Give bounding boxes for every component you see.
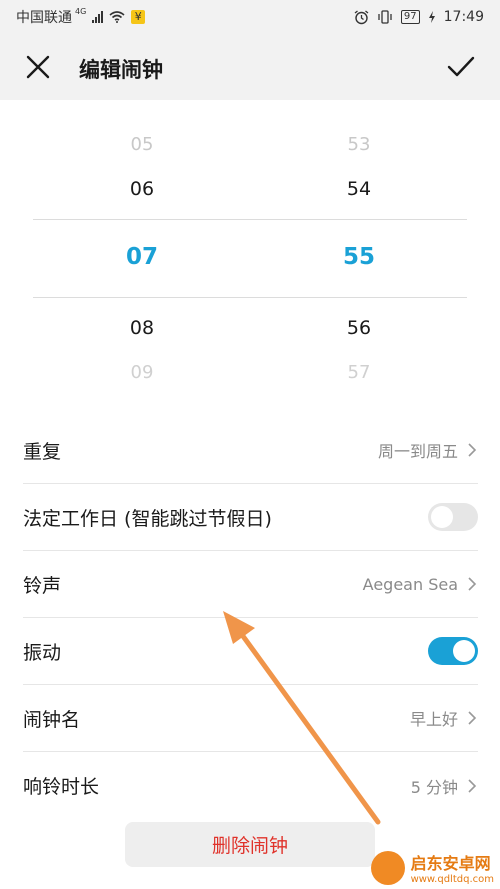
ringtone-row[interactable]: 铃声 Aegean Sea — [23, 551, 478, 618]
toggle-knob — [431, 506, 453, 528]
chevron-right-icon — [468, 711, 477, 725]
repeat-label: 重复 — [23, 440, 62, 463]
clock-time: 17:49 — [443, 9, 484, 25]
vibrate-toggle[interactable] — [428, 637, 478, 665]
time-picker: 05 06 07 08 09 53 54 55 56 57 — [0, 100, 500, 400]
vibrate-row: 振动 — [23, 618, 478, 685]
charging-icon — [428, 11, 435, 23]
ringtone-label: 铃声 — [23, 574, 62, 597]
battery-icon: 97 — [400, 10, 420, 24]
alarm-name-row[interactable]: 闹钟名 早上好 — [23, 685, 478, 752]
delete-alarm-button[interactable]: 删除闹钟 — [125, 822, 375, 867]
repeat-row[interactable]: 重复 周一到周五 — [23, 417, 478, 484]
minute-wheel[interactable]: 53 54 55 56 57 — [299, 100, 419, 400]
legal-workday-row: 法定工作日 (智能跳过节假日) — [23, 484, 478, 551]
legal-workday-toggle[interactable] — [428, 503, 478, 531]
chevron-right-icon — [468, 778, 477, 793]
selected-minute[interactable]: 55 — [299, 244, 419, 270]
legal-workday-label: 法定工作日 (智能跳过节假日) — [23, 507, 272, 530]
vibrate-mode-icon — [378, 10, 392, 24]
ring-duration-row[interactable]: 响铃时长 5 分钟 — [23, 752, 478, 819]
alarm-clock-icon — [354, 9, 369, 24]
carrier-name: 中国联通 — [16, 10, 72, 26]
selected-hour[interactable]: 07 — [82, 244, 202, 270]
hour-option[interactable]: 06 — [82, 178, 202, 200]
minute-option[interactable]: 56 — [299, 317, 419, 339]
ring-duration-label: 响铃时长 — [23, 776, 100, 798]
payment-badge-icon: ¥ — [131, 10, 146, 24]
watermark-logo-icon — [370, 850, 405, 885]
ring-duration-value: 5 分钟 — [410, 777, 458, 797]
alarm-name-value: 早上好 — [409, 710, 458, 729]
network-type: 4G — [75, 6, 87, 16]
watermark-url: www.qdltdq.com — [410, 874, 494, 885]
hour-option[interactable]: 08 — [82, 317, 202, 339]
checkmark-icon[interactable] — [446, 52, 476, 82]
minute-option[interactable]: 57 — [299, 362, 419, 383]
watermark: 启东安卓网 www.qdltdq.com — [370, 850, 494, 885]
chevron-right-icon — [468, 443, 477, 457]
repeat-value: 周一到周五 — [377, 442, 458, 461]
watermark-name: 启东安卓网 — [410, 854, 491, 873]
chevron-right-icon — [468, 577, 477, 591]
minute-option[interactable]: 53 — [299, 134, 419, 155]
hour-option[interactable]: 05 — [82, 134, 202, 155]
vibrate-label: 振动 — [23, 641, 62, 664]
header-bar: 编辑闹钟 — [0, 34, 500, 100]
ringtone-value: Aegean Sea — [362, 574, 458, 594]
hour-option[interactable]: 09 — [82, 362, 202, 383]
minute-option[interactable]: 54 — [299, 178, 419, 200]
page-title: 编辑闹钟 — [79, 58, 163, 82]
close-icon[interactable] — [24, 53, 52, 81]
status-bar: 中国联通 4G ¥ 97 17:49 — [0, 0, 500, 34]
signal-icon — [92, 11, 104, 23]
wifi-icon — [109, 11, 125, 23]
hour-wheel[interactable]: 05 06 07 08 09 — [82, 100, 202, 400]
toggle-knob — [453, 640, 475, 662]
alarm-name-label: 闹钟名 — [23, 708, 81, 731]
